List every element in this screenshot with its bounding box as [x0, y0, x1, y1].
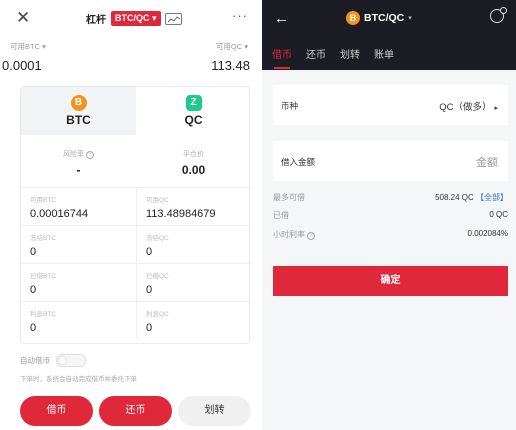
grid-cell: 已借BTC 0: [30, 273, 56, 296]
grid-cell: 利息QC 0: [136, 302, 251, 339]
grid-cell: 冻结BTC 0: [30, 235, 56, 258]
chevron-right-icon: ▸: [494, 105, 498, 112]
available-qc-value: 113.48: [211, 58, 250, 73]
pair-selector[interactable]: BTC/QC ▾: [111, 11, 161, 26]
pair-label: BTC/QC: [364, 12, 405, 24]
table-row: 利息BTC 0 利息QC 0: [21, 301, 251, 339]
chart-icon[interactable]: [164, 12, 182, 25]
title-row: 杠杆 BTC/QC ▾: [86, 11, 182, 26]
available-btc-value: 0.0001: [2, 58, 42, 73]
tab-repay[interactable]: 还币: [306, 46, 326, 69]
balance-grid: 可用BTC 0.00016744 可用QC 113.48984679 冻结BTC…: [21, 187, 251, 339]
risk-rate: 风险率 ? -: [21, 149, 136, 177]
max-borrow-value: 508.24 QC 【全部】: [435, 193, 508, 202]
max-borrow-label: 最多可借: [273, 193, 305, 202]
risk-rate-label: 风险率 ?: [21, 149, 136, 159]
tab-qc[interactable]: Z QC: [136, 87, 251, 135]
tab-bill[interactable]: 账单: [374, 46, 394, 69]
help-icon[interactable]: ?: [307, 232, 315, 240]
confirm-button[interactable]: 确定: [273, 266, 508, 296]
grid-cell: 可用BTC 0.00016744: [30, 197, 89, 220]
borrow-amount-label: 借入金额: [281, 157, 316, 167]
available-qc-label[interactable]: 可用QC ▾: [216, 41, 248, 52]
liquidation-price: 平仓价 0.00: [136, 149, 251, 177]
borrow-button[interactable]: 借币: [20, 396, 93, 426]
borrowed-label: 已借: [273, 211, 289, 220]
grid-cell: 可用QC 113.48984679: [136, 188, 251, 225]
auto-borrow-row: 自动借币: [20, 354, 86, 367]
amount-input[interactable]: 金额: [476, 154, 498, 170]
close-icon[interactable]: ✕: [16, 9, 30, 26]
transfer-button[interactable]: 划转: [178, 396, 251, 426]
currency-label: 币种: [281, 101, 299, 111]
auto-borrow-toggle[interactable]: [56, 354, 86, 367]
available-btc-label[interactable]: 可用BTC ▾: [10, 41, 46, 52]
tab-btc-label: BTC: [66, 113, 91, 127]
more-icon[interactable]: ···: [232, 8, 248, 23]
repay-button[interactable]: 还币: [99, 396, 172, 426]
available-balances: 可用BTC ▾ 可用QC ▾ 0.0001 113.48: [0, 41, 258, 81]
borrow-all-link[interactable]: 【全部】: [476, 193, 508, 202]
tab-borrow[interactable]: 借币: [272, 46, 292, 69]
liquidation-price-value: 0.00: [181, 163, 206, 177]
back-arrow-icon[interactable]: ←: [274, 10, 289, 27]
qc-icon: Z: [185, 95, 202, 111]
borrow-panel: ← B BTC/QC ▾ 借币 还币 划转 账单 币种 QC（做多） ▸ 借入金额…: [262, 0, 516, 430]
hourly-rate-label: 小时利率?: [273, 229, 315, 240]
margin-card: B BTC Z QC 风险率 ? - 平仓价 0.00 可用BTC 0.0001…: [20, 86, 251, 344]
bitcoin-icon: B: [346, 11, 360, 25]
liquidation-price-label: 平仓价: [183, 151, 204, 158]
table-row: 已借BTC 0 已借QC 0: [21, 263, 251, 301]
max-borrow-row: 最多可借 508.24 QC 【全部】: [273, 192, 508, 206]
page-title: 杠杆: [86, 15, 106, 26]
left-header: ✕ 杠杆 BTC/QC ▾ ···: [0, 0, 258, 36]
bitcoin-icon: B: [70, 95, 87, 111]
table-row: 可用BTC 0.00016744 可用QC 113.48984679: [21, 187, 251, 225]
table-row: 冻结BTC 0 冻结QC 0: [21, 225, 251, 263]
tab-btc[interactable]: B BTC: [21, 87, 136, 135]
borrow-tabs: 借币 还币 划转 账单: [272, 46, 408, 69]
borrow-amount-field[interactable]: 借入金额 金额: [273, 141, 508, 181]
tab-qc-label: QC: [184, 113, 203, 127]
hourly-rate-value: 0.002084%: [467, 229, 508, 238]
tab-transfer[interactable]: 划转: [340, 46, 360, 69]
hourly-rate-row: 小时利率? 0.002084%: [273, 229, 508, 243]
action-buttons: 借币 还币 划转: [20, 396, 257, 426]
help-icon[interactable]: ?: [85, 151, 94, 159]
currency-value: QC（做多） ▸: [439, 102, 498, 113]
switch-icon[interactable]: [490, 7, 507, 23]
pair-selector[interactable]: B BTC/QC ▾: [346, 11, 412, 25]
right-header: ← B BTC/QC ▾ 借币 还币 划转 账单: [262, 0, 516, 70]
grid-cell: 冻结QC 0: [136, 226, 251, 263]
risk-rate-value: -: [76, 163, 81, 177]
grid-cell: 利息BTC 0: [30, 311, 56, 334]
auto-borrow-label: 自动借币: [20, 356, 50, 365]
borrowed-row: 已借 0 QC: [273, 210, 508, 224]
borrowed-value: 0 QC: [489, 210, 508, 219]
auto-borrow-description: 下单时，系统会自动完成借币并委托下单: [20, 376, 137, 383]
grid-cell: 已借QC 0: [136, 264, 251, 301]
margin-account-panel: ✕ 杠杆 BTC/QC ▾ ··· 可用BTC ▾ 可用QC ▾ 0.0001 …: [0, 0, 258, 430]
chevron-down-icon: ▾: [408, 15, 412, 22]
toggle-knob: [58, 356, 67, 365]
currency-selector[interactable]: 币种 QC（做多） ▸: [273, 85, 508, 125]
